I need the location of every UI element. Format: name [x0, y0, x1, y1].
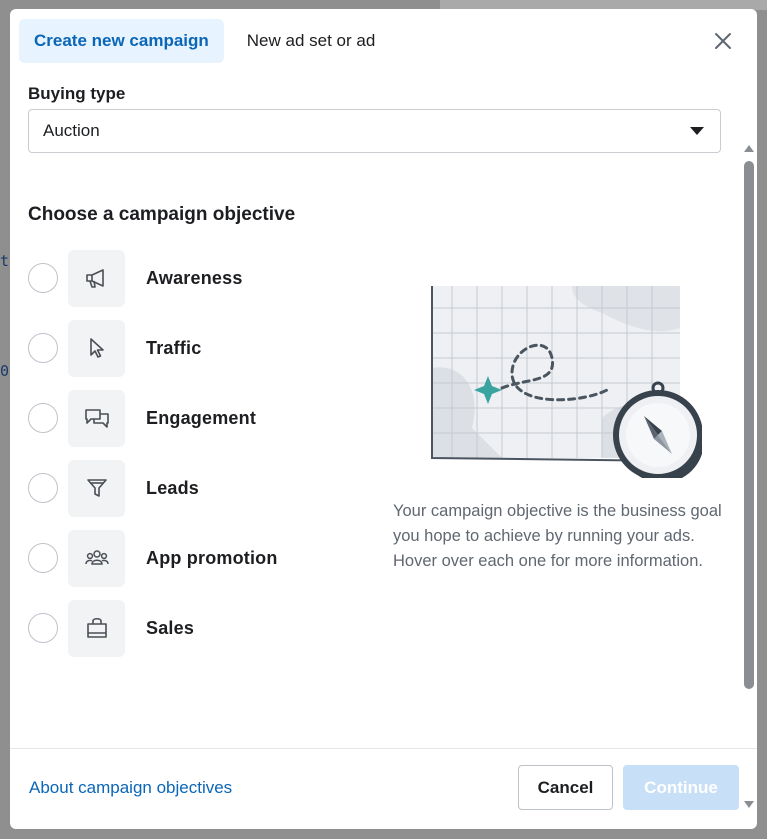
radio-button[interactable] — [28, 543, 58, 573]
tab-create-new-campaign[interactable]: Create new campaign — [19, 19, 224, 63]
chat-bubbles-icon — [68, 389, 125, 447]
caret-down-icon — [690, 127, 704, 135]
buying-type-select[interactable]: Auction — [28, 109, 721, 153]
objective-list: Awareness Traffic Engagement Leads App p… — [28, 243, 348, 663]
dialog-tabs: Create new campaign New ad set or ad — [19, 19, 390, 63]
buying-type-value: Auction — [43, 121, 100, 140]
objective-section-title: Choose a campaign objective — [28, 204, 296, 225]
dialog-body: Buying type Auction Choose a campaign ob… — [10, 73, 757, 808]
scrollbar[interactable] — [743, 143, 755, 808]
objective-option-awareness[interactable]: Awareness — [28, 243, 348, 313]
objective-option-leads[interactable]: Leads — [28, 453, 348, 523]
objective-label: Awareness — [146, 267, 243, 288]
objective-label: Traffic — [146, 337, 202, 358]
background-fragment: t — [0, 252, 10, 270]
funnel-icon — [68, 459, 125, 517]
background-fragment: 0 — [0, 362, 10, 380]
cursor-icon — [68, 319, 125, 377]
megaphone-icon — [68, 249, 125, 307]
objective-label: Engagement — [146, 407, 257, 428]
people-icon — [68, 529, 125, 587]
close-icon[interactable] — [713, 31, 733, 51]
objective-option-app-promotion[interactable]: App promotion — [28, 523, 348, 593]
buying-type-label: Buying type — [28, 84, 126, 103]
about-campaign-objectives-link[interactable]: About campaign objectives — [29, 778, 232, 798]
create-campaign-dialog: Create new campaign New ad set or ad Buy… — [10, 9, 757, 829]
shopping-bag-icon — [68, 599, 125, 657]
radio-button[interactable] — [28, 333, 58, 363]
scrollbar-thumb[interactable] — [744, 161, 754, 689]
radio-button[interactable] — [28, 613, 58, 643]
objective-option-traffic[interactable]: Traffic — [28, 313, 348, 383]
dialog-footer: About campaign objectives Cancel Continu… — [10, 748, 757, 829]
radio-button[interactable] — [28, 403, 58, 433]
tab-new-ad-set-or-ad[interactable]: New ad set or ad — [232, 19, 391, 63]
radio-button[interactable] — [28, 473, 58, 503]
objective-description: Your campaign objective is the business … — [393, 502, 722, 570]
radio-button[interactable] — [28, 263, 58, 293]
objective-label: App promotion — [146, 547, 278, 568]
scroll-up-arrow-icon[interactable] — [744, 145, 754, 152]
cancel-button[interactable]: Cancel — [518, 765, 613, 810]
map-compass-illustration — [422, 268, 704, 483]
objective-label: Leads — [146, 477, 200, 498]
objective-option-engagement[interactable]: Engagement — [28, 383, 348, 453]
continue-button[interactable]: Continue — [623, 765, 739, 810]
objective-label: Sales — [146, 617, 195, 638]
objective-option-sales[interactable]: Sales — [28, 593, 348, 663]
